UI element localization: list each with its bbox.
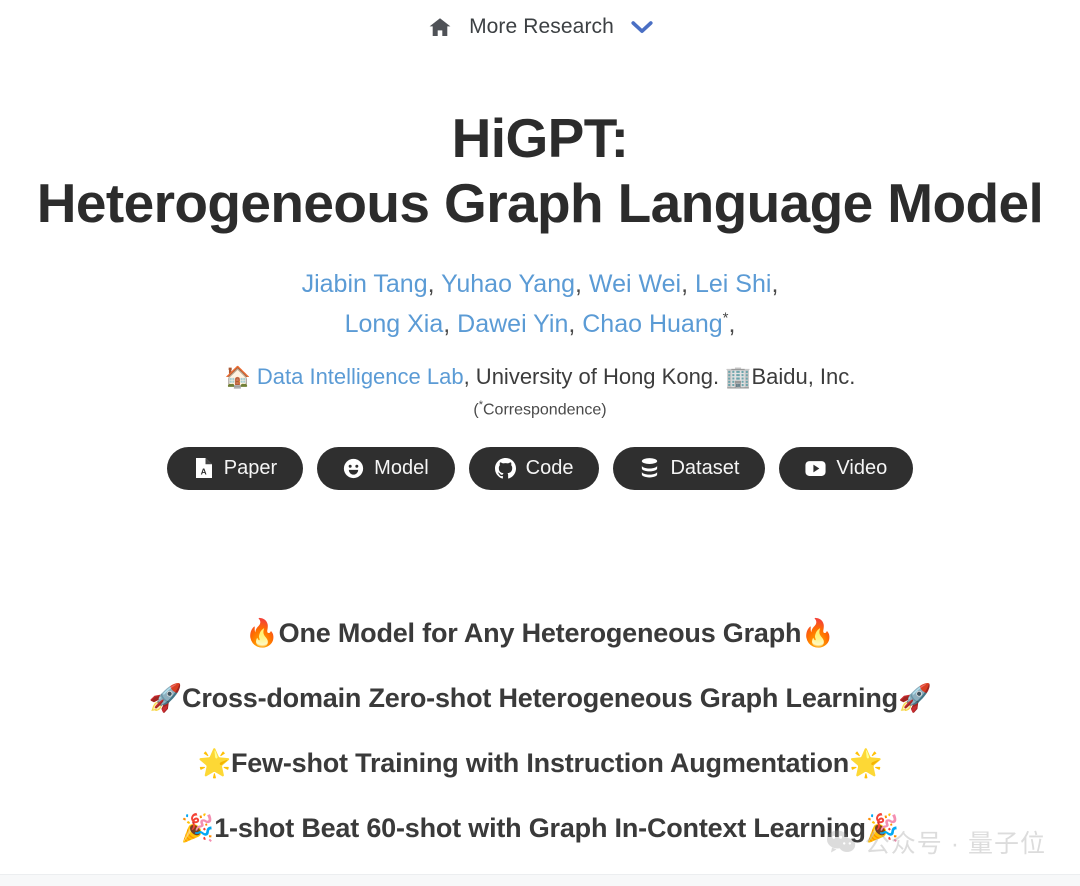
svg-text:A: A	[200, 467, 206, 477]
nav-more-research-link[interactable]: More Research	[469, 15, 614, 39]
party-popper-emoji-icon: 🎉	[865, 813, 900, 844]
bottom-band	[0, 874, 1080, 886]
author-row-2: Long Xia, Dawei Yin, Chao Huang*,	[0, 304, 1080, 344]
star-emoji-icon: 🌟	[849, 748, 883, 779]
hero-section: HiGPT: Heterogeneous Graph Language Mode…	[0, 54, 1080, 490]
fire-emoji-icon: 🔥	[245, 617, 279, 648]
code-button[interactable]: Code	[468, 446, 600, 490]
author-separator: ,	[771, 269, 779, 298]
tagline-text: 1-shot Beat 60-shot with Graph In-Contex…	[214, 813, 866, 844]
tagline-list: 🔥One Model for Any Heterogeneous Graph🔥 …	[0, 618, 1080, 844]
author-separator: ,	[681, 269, 695, 298]
office-building-emoji-icon: 🏢	[725, 365, 752, 389]
tagline-text: One Model for Any Heterogeneous Graph	[278, 617, 802, 648]
tagline-item: 🎉1-shot Beat 60-shot with Graph In-Conte…	[0, 813, 1080, 843]
correspondence-text: Correspondence	[482, 401, 602, 419]
pdf-file-icon: A	[193, 458, 214, 479]
tagline-text: Few-shot Training with Instruction Augme…	[230, 748, 850, 779]
author-link[interactable]: Wei Wei	[589, 270, 681, 298]
author-separator: ,	[568, 309, 583, 338]
huggingface-smiley-icon	[343, 458, 364, 479]
video-button[interactable]: Video	[779, 446, 914, 490]
video-button-label: Video	[836, 457, 888, 480]
github-icon	[494, 457, 516, 479]
tagline-item: 🔥One Model for Any Heterogeneous Graph🔥	[0, 618, 1080, 648]
author-separator: ,	[728, 309, 736, 338]
top-navbar: More Research	[0, 0, 1080, 54]
author-row-1: Jiabin Tang, Yuhao Yang, Wei Wei, Lei Sh…	[0, 264, 1080, 304]
paper-button-label: Paper	[223, 457, 278, 480]
author-link[interactable]: Jiabin Tang	[302, 270, 428, 298]
title-line-1: HiGPT:	[451, 107, 629, 169]
house-emoji-icon: 🏠	[224, 365, 251, 389]
author-link[interactable]: Long Xia	[345, 310, 444, 338]
author-link[interactable]: Yuhao Yang	[441, 270, 575, 298]
star-emoji-icon: 🌟	[197, 748, 232, 779]
page-title: HiGPT: Heterogeneous Graph Language Mode…	[0, 106, 1080, 236]
university-text: , University of Hong Kong.	[463, 363, 720, 389]
author-link[interactable]: Lei Shi	[695, 270, 771, 298]
company-text: Baidu, Inc.	[751, 363, 856, 389]
fire-emoji-icon: 🔥	[801, 617, 835, 648]
author-list: Jiabin Tang, Yuhao Yang, Wei Wei, Lei Sh…	[0, 264, 1080, 344]
party-popper-emoji-icon: 🎉	[180, 813, 215, 844]
database-icon	[639, 458, 660, 479]
author-separator: ,	[427, 269, 442, 298]
tagline-item: 🌟Few-shot Training with Instruction Augm…	[0, 748, 1080, 778]
chevron-down-icon[interactable]	[627, 14, 657, 40]
rocket-emoji-icon: 🚀	[897, 682, 932, 713]
author-separator: ,	[575, 269, 589, 298]
home-icon[interactable]	[423, 12, 457, 42]
rocket-emoji-icon: 🚀	[148, 682, 183, 713]
dataset-button-label: Dataset	[670, 457, 740, 480]
author-separator: ,	[443, 309, 458, 338]
youtube-play-icon	[805, 458, 826, 479]
affiliation-line: 🏠 Data Intelligence Lab, University of H…	[0, 360, 1080, 394]
author-link[interactable]: Dawei Yin	[457, 310, 568, 338]
author-link[interactable]: Chao Huang	[582, 310, 722, 338]
model-button[interactable]: Model	[317, 446, 455, 490]
correspondence-note: (*Correspondence)	[473, 399, 607, 419]
paper-button[interactable]: A Paper	[166, 446, 304, 490]
title-line-2: Heterogeneous Graph Language Model	[36, 171, 1044, 234]
resource-button-row: A Paper Model Code Dataset Video	[0, 446, 1080, 490]
model-button-label: Model	[374, 457, 429, 480]
code-button-label: Code	[525, 457, 574, 480]
tagline-item: 🚀Cross-domain Zero-shot Heterogeneous Gr…	[0, 683, 1080, 713]
lab-link[interactable]: Data Intelligence Lab	[257, 364, 464, 389]
dataset-button[interactable]: Dataset	[613, 446, 766, 490]
tagline-text: Cross-domain Zero-shot Heterogeneous Gra…	[182, 682, 898, 713]
